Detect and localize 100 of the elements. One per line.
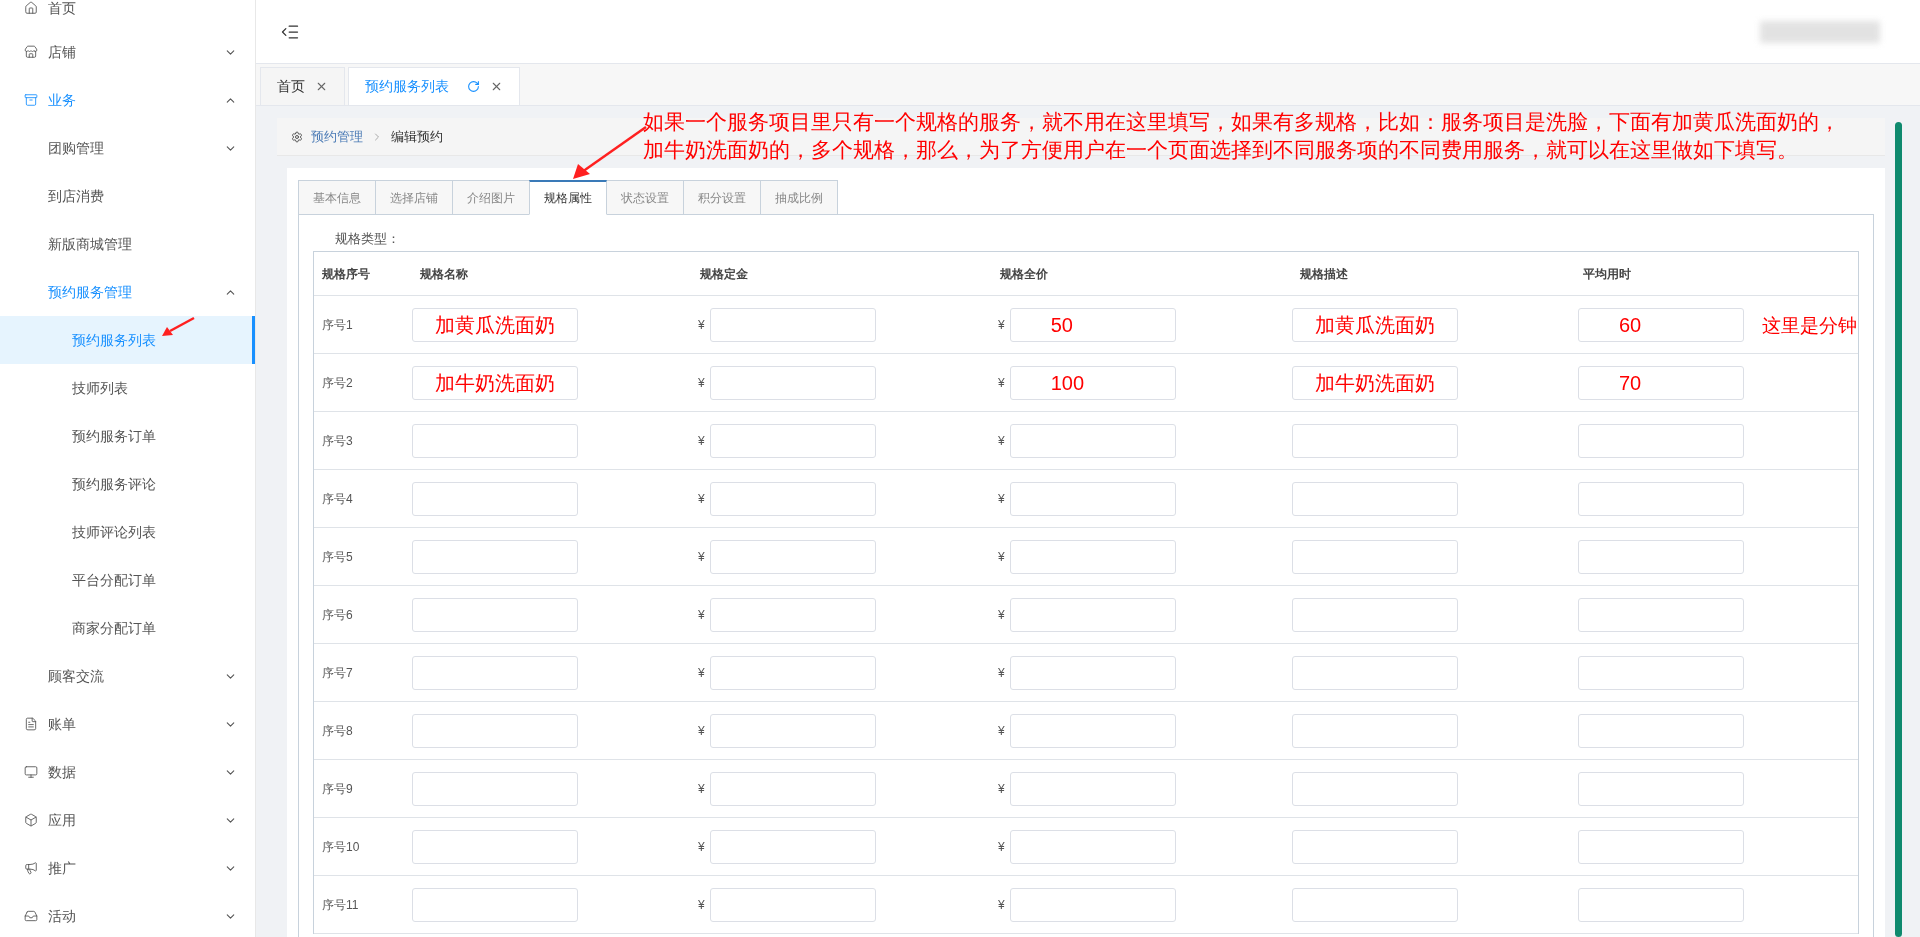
currency-symbol: ¥ <box>998 606 1005 624</box>
sidebar-item[interactable]: 技师列表 <box>0 364 255 412</box>
input-field[interactable] <box>1578 597 1744 632</box>
input-field[interactable] <box>412 771 578 806</box>
row-number: 序号8 <box>322 723 353 738</box>
input-field[interactable] <box>709 423 876 458</box>
input-field[interactable] <box>709 713 876 748</box>
input-field[interactable] <box>1009 655 1176 690</box>
sidebar-item[interactable]: 到店消费 <box>0 172 255 220</box>
input-field[interactable] <box>1292 597 1458 632</box>
input-field[interactable] <box>709 481 876 516</box>
input-field[interactable]: 50 <box>1009 307 1176 342</box>
sidebar-item[interactable]: 顾客交流 <box>0 652 255 700</box>
input-field[interactable] <box>709 597 876 632</box>
input-field[interactable] <box>1292 713 1458 748</box>
refresh-icon[interactable] <box>467 80 480 93</box>
input-field[interactable] <box>412 597 578 632</box>
input-field[interactable]: 加黄瓜洗面奶 <box>1292 307 1458 342</box>
form-tab[interactable]: 基本信息 <box>298 180 376 215</box>
input-field[interactable] <box>1292 771 1458 806</box>
input-field[interactable] <box>1009 829 1176 864</box>
sidebar-item[interactable]: 数据 <box>0 748 255 796</box>
form-tab[interactable]: 介绍图片 <box>452 180 530 215</box>
sidebar-item[interactable]: 活动 <box>0 892 255 937</box>
input-field[interactable] <box>709 539 876 574</box>
row-number: 序号2 <box>322 375 353 390</box>
breadcrumb-link[interactable]: 预约管理 <box>311 126 363 147</box>
input-field[interactable]: 70 <box>1578 365 1744 400</box>
input-field[interactable] <box>1292 481 1458 516</box>
sidebar-item[interactable]: 新版商城管理 <box>0 220 255 268</box>
input-field[interactable] <box>709 887 876 922</box>
currency-symbol: ¥ <box>698 722 705 740</box>
input-field[interactable]: 100 <box>1009 365 1176 400</box>
currency-symbol: ¥ <box>698 490 705 508</box>
settings-icon <box>291 130 303 143</box>
input-field[interactable] <box>1578 771 1744 806</box>
input-field[interactable] <box>709 365 876 400</box>
input-field[interactable] <box>1578 829 1744 864</box>
close-icon[interactable] <box>490 80 503 93</box>
input-field[interactable] <box>1009 597 1176 632</box>
input-field[interactable] <box>412 655 578 690</box>
column-header: 规格序号 <box>321 265 370 283</box>
input-field[interactable] <box>709 771 876 806</box>
form-tab[interactable]: 积分设置 <box>683 180 761 215</box>
input-field[interactable] <box>1578 713 1744 748</box>
sidebar-item[interactable]: 应用 <box>0 796 255 844</box>
input-field[interactable] <box>1578 655 1744 690</box>
sidebar-item[interactable]: 店铺 <box>0 28 255 76</box>
form-tab[interactable]: 规格属性 <box>529 180 607 215</box>
input-field[interactable] <box>1292 887 1458 922</box>
input-field[interactable] <box>1292 539 1458 574</box>
sidebar-item[interactable]: 账单 <box>0 700 255 748</box>
sidebar-item[interactable]: 推广 <box>0 844 255 892</box>
input-field[interactable] <box>412 829 578 864</box>
input-field[interactable] <box>412 887 578 922</box>
input-field[interactable] <box>412 539 578 574</box>
input-field[interactable] <box>1009 481 1176 516</box>
form-tab[interactable]: 抽成比例 <box>760 180 838 215</box>
input-field[interactable]: 60 <box>1578 307 1744 342</box>
input-field[interactable] <box>1009 887 1176 922</box>
input-field[interactable] <box>1578 481 1744 516</box>
sidebar-item[interactable]: 预约服务评论 <box>0 460 255 508</box>
sidebar-item[interactable]: 首页 <box>0 0 255 28</box>
currency-symbol: ¥ <box>998 838 1005 856</box>
currency-symbol: ¥ <box>998 896 1005 914</box>
home-icon <box>24 1 38 15</box>
input-field[interactable]: 加牛奶洗面奶 <box>412 365 578 400</box>
column-header: 平均用时 <box>1582 265 1631 283</box>
sidebar-item[interactable]: 技师评论列表 <box>0 508 255 556</box>
sidebar-item[interactable]: 团购管理 <box>0 124 255 172</box>
input-field[interactable]: 加黄瓜洗面奶 <box>412 307 578 342</box>
input-field[interactable] <box>1009 539 1176 574</box>
form-tab[interactable]: 状态设置 <box>606 180 684 215</box>
sidebar-item[interactable]: 预约服务订单 <box>0 412 255 460</box>
sidebar-item[interactable]: 商家分配订单 <box>0 604 255 652</box>
input-field[interactable] <box>412 481 578 516</box>
scrollbar-thumb[interactable] <box>1895 122 1902 937</box>
currency-symbol: ¥ <box>698 316 705 334</box>
currency-symbol: ¥ <box>998 780 1005 798</box>
annotation-arrow <box>160 316 196 338</box>
input-field[interactable] <box>1009 423 1176 458</box>
input-field[interactable] <box>1009 713 1176 748</box>
currency-symbol: ¥ <box>698 606 705 624</box>
input-field[interactable] <box>1009 771 1176 806</box>
input-field[interactable] <box>1578 539 1744 574</box>
input-field[interactable] <box>1578 887 1744 922</box>
input-field[interactable] <box>1292 655 1458 690</box>
page-tab[interactable]: 首页 <box>260 67 345 105</box>
input-field[interactable] <box>709 655 876 690</box>
input-field[interactable] <box>1292 829 1458 864</box>
close-icon[interactable] <box>315 80 328 93</box>
input-field[interactable] <box>412 423 578 458</box>
input-field[interactable] <box>709 307 876 342</box>
input-field[interactable] <box>1578 423 1744 458</box>
sidebar-item[interactable]: 平台分配订单 <box>0 556 255 604</box>
input-field[interactable] <box>412 713 578 748</box>
input-field[interactable]: 加牛奶洗面奶 <box>1292 365 1458 400</box>
input-field[interactable] <box>709 829 876 864</box>
input-field[interactable] <box>1292 423 1458 458</box>
form-tab[interactable]: 选择店铺 <box>375 180 453 215</box>
